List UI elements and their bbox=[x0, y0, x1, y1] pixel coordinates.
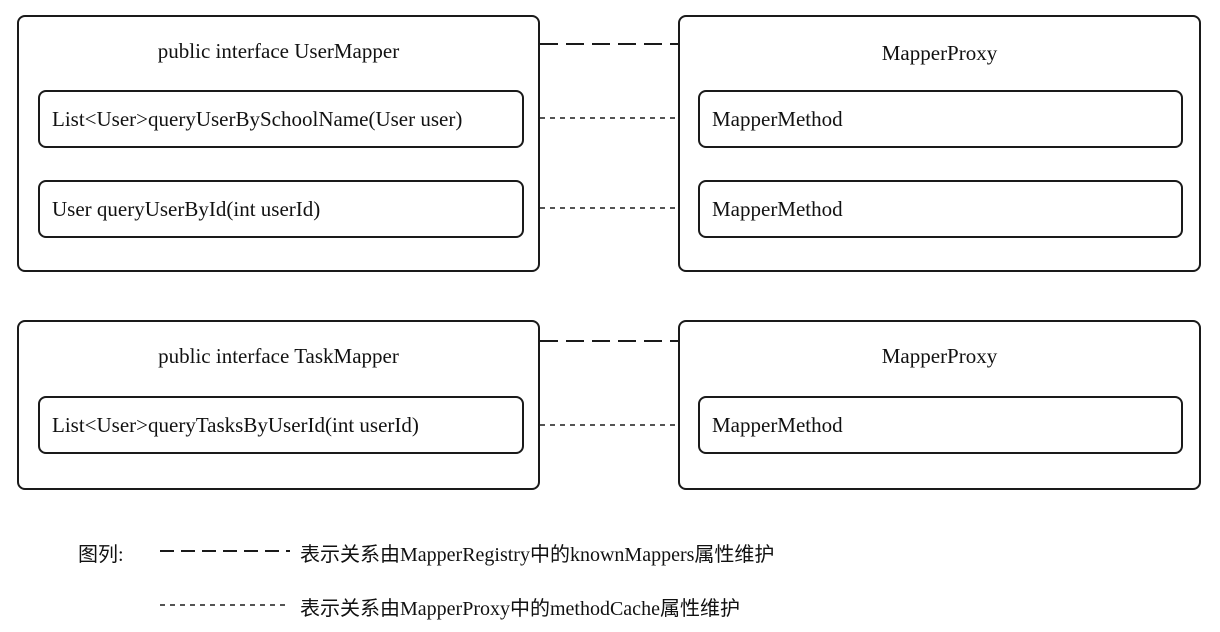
task-mapper-interface-box: public interface TaskMapper List<User>qu… bbox=[17, 320, 540, 490]
interface-title: public interface TaskMapper bbox=[158, 344, 399, 368]
interface-method: List<User>queryUserBySchoolName(User use… bbox=[38, 90, 524, 148]
mapper-method: MapperMethod bbox=[698, 180, 1183, 238]
user-mapper-interface-box: public interface UserMapper List<User>qu… bbox=[17, 15, 540, 272]
legend-title: 图列: bbox=[78, 544, 124, 566]
mapper-proxy-box: MapperProxy MapperMethod MapperMethod bbox=[678, 15, 1201, 272]
interface-method: List<User>queryTasksByUserId(int userId) bbox=[38, 396, 524, 454]
legend-long-dash-text: 表示关系由MapperRegistry中的knownMappers属性维护 bbox=[300, 544, 775, 566]
mapper-method: MapperMethod bbox=[698, 396, 1183, 454]
proxy-title: MapperProxy bbox=[881, 41, 998, 65]
mapper-method: MapperMethod bbox=[698, 90, 1183, 148]
interface-method: User queryUserById(int userId) bbox=[38, 180, 524, 238]
legend-short-dash-text: 表示关系由MapperProxy中的methodCache属性维护 bbox=[300, 598, 740, 620]
interface-title: public interface UserMapper bbox=[157, 39, 400, 63]
mapper-proxy-box: MapperProxy MapperMethod bbox=[678, 320, 1201, 490]
proxy-title: MapperProxy bbox=[881, 344, 998, 368]
